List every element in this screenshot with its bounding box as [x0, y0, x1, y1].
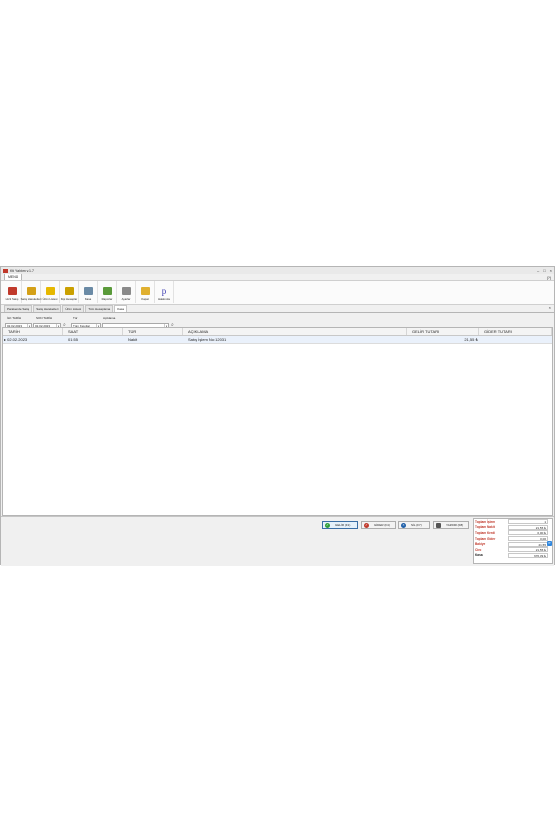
window-title: Kti Yalıtım v.1.7 — [10, 268, 34, 273]
tab-cash[interactable]: Kasa — [114, 305, 128, 312]
title-bar: Kti Yalıtım v.1.7 – □ × — [1, 267, 554, 274]
ribbon-button-close[interactable]: Kapat — [136, 281, 155, 303]
tab-all-accounts[interactable]: Tüm Hesaplama — [85, 305, 114, 312]
tab-retail-sale[interactable]: Parakende Satış — [4, 305, 33, 312]
ribbon-button-quick-sale[interactable]: Hızlı Satış — [3, 281, 22, 303]
print-button[interactable]: YAZDIR (F8) — [433, 521, 469, 529]
description-label: Açıklama — [103, 316, 116, 320]
ribbon-toolbar: Hızlı Satış Satış Hareketleri Ürün Liste… — [1, 280, 554, 305]
document-tabs: Parakende Satış Satış Hareketleri Ürün L… — [1, 305, 554, 313]
app-window: Kti Yalıtım v.1.7 – □ × MENÜ (?) Hızlı S… — [0, 266, 555, 566]
folder-icon — [140, 287, 150, 295]
cell-type: Nakit — [128, 337, 138, 342]
ribbon-button-about[interactable]: p Hakkında — [155, 281, 174, 303]
close-window-icon[interactable]: × — [550, 267, 552, 274]
summary-row: Ciro 21,55 ₺ — [475, 547, 548, 553]
cell-expense — [479, 336, 552, 343]
summary-row: Toplam Kredi 0,00 ₺ — [475, 530, 548, 536]
check-icon: ✓ — [325, 522, 330, 528]
ribbon-button-reports[interactable]: Raporlar — [98, 281, 117, 303]
column-header-type[interactable]: TÜR — [123, 328, 183, 335]
table-row[interactable]: ▸ 02.02.2023 01:55 Nakit Satış İşlem No:… — [3, 336, 552, 344]
minimize-icon[interactable]: – — [537, 267, 539, 274]
p-letter-icon: p — [161, 286, 167, 296]
help-button[interactable]: (?) — [547, 276, 551, 280]
column-header-description[interactable]: AÇIKLAMA — [183, 328, 407, 335]
ribbon-button-sales[interactable]: Satış Hareketleri — [21, 281, 41, 303]
tools-icon — [121, 287, 131, 295]
menu-tab[interactable]: MENÜ — [4, 273, 23, 280]
close-tab-icon[interactable]: × — [549, 305, 551, 310]
ribbon-button-cash[interactable]: Kasa — [79, 281, 98, 303]
summary-row: Toplam İşlem 1 — [475, 519, 548, 525]
summary-row: Toplam Nakit 21,55 ₺ — [475, 524, 548, 530]
column-header-date[interactable]: TARİH — [3, 328, 63, 335]
lock-icon — [102, 287, 112, 295]
coins-icon — [64, 287, 74, 295]
pencil-icon — [45, 287, 55, 295]
printer-icon — [83, 287, 93, 295]
footer-panel: ✓ GELİR (F1) ✓ GİDER (F4) × SİL (F7) YAZ… — [1, 516, 554, 566]
tab-sales-movements[interactable]: Satış Hareketleri — [33, 305, 62, 312]
delete-icon: × — [401, 522, 406, 528]
refresh-icon[interactable]: ⟳ — [547, 541, 552, 546]
column-header-income[interactable]: GELİR TUTARI — [407, 328, 479, 335]
cell-date: ▸ 02.02.2023 — [4, 337, 28, 342]
window-controls: – □ × — [537, 267, 552, 274]
column-header-expense[interactable]: GİDER TUTARI — [479, 328, 552, 335]
flag-icon — [7, 287, 17, 295]
income-button[interactable]: ✓ GELİR (F1) — [322, 521, 358, 529]
transactions-table: TARİH SAAT TÜR AÇIKLAMA GELİR TUTARI GİD… — [2, 327, 553, 516]
summary-row: Toplam Gider 0,00 — [475, 536, 548, 542]
check-icon: ✓ — [364, 522, 369, 528]
expense-button[interactable]: ✓ GİDER (F4) — [361, 521, 396, 529]
table-header: TARİH SAAT TÜR AÇIKLAMA GELİR TUTARI GİD… — [3, 328, 552, 336]
end-date-label: SON TARİH — [36, 316, 53, 320]
summary-row: Kasa 676,39 ₺ — [475, 552, 548, 558]
printer-icon — [436, 522, 441, 528]
cell-time: 01:55 — [68, 337, 79, 342]
start-date-label: İLK TARİH — [7, 316, 22, 320]
summary-row: Bakiye 21,55 — [475, 541, 548, 547]
cell-description: Satış İşlem No:12031 — [188, 337, 227, 342]
ribbon-button-accounts[interactable]: Kişi Hesaplar — [60, 281, 79, 303]
book-icon — [26, 287, 36, 295]
type-label: Tür — [73, 316, 78, 320]
app-logo-icon — [3, 268, 8, 273]
tab-product-list[interactable]: Ürün Listesi — [62, 305, 85, 312]
summary-panel: Toplam İşlem 1 Toplam Nakit 21,55 ₺ Toplam… — [473, 518, 553, 564]
maximize-icon[interactable]: □ — [543, 267, 545, 274]
delete-button[interactable]: × SİL (F7) — [398, 521, 430, 529]
ribbon-button-products[interactable]: Ürün Listesi — [41, 281, 60, 303]
column-header-time[interactable]: SAAT — [63, 328, 123, 335]
cell-income: 21,55 ₺ — [464, 337, 478, 342]
ribbon-button-settings[interactable]: Ayarlar — [117, 281, 136, 303]
